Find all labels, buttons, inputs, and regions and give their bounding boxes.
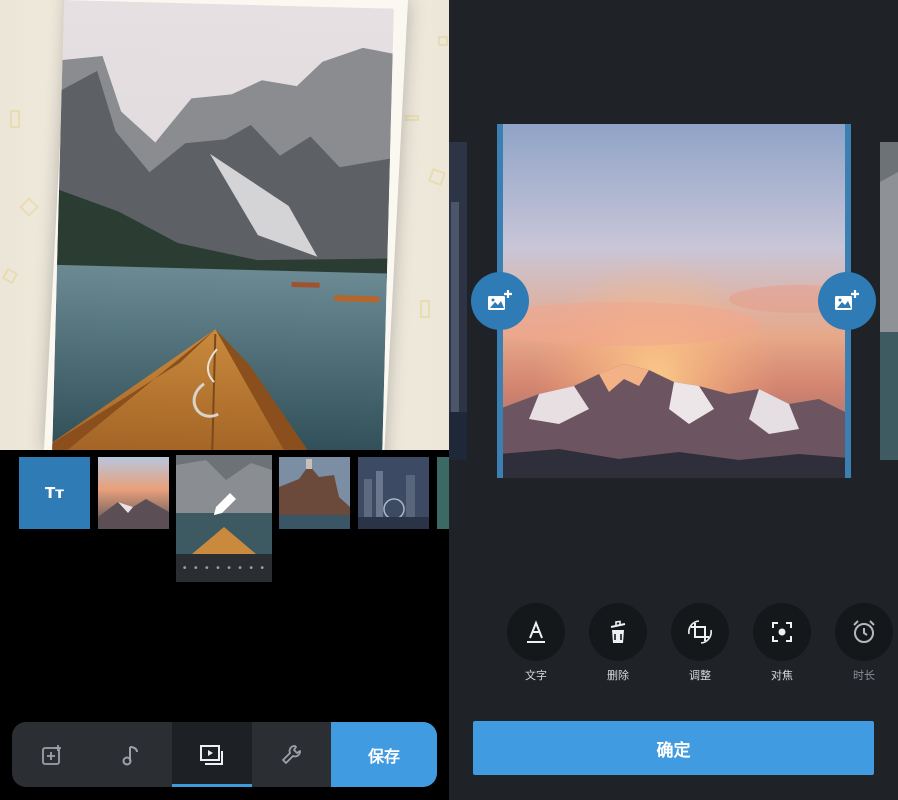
- tool-text[interactable]: 文字: [506, 603, 566, 683]
- wrench-icon: [282, 744, 301, 764]
- tool-duration[interactable]: 时长: [834, 603, 894, 683]
- bottom-toolbar: 保存: [12, 722, 437, 787]
- duration-tool-button[interactable]: [835, 603, 893, 661]
- timeline-clip-partial[interactable]: [437, 457, 449, 529]
- selected-clip-photo[interactable]: [499, 124, 849, 478]
- add-photo-icon: [835, 290, 859, 310]
- prev-clip-peek[interactable]: [449, 142, 467, 460]
- edit-pencil-icon[interactable]: [206, 487, 242, 523]
- add-media-button[interactable]: [12, 722, 92, 787]
- video-clips-icon: [200, 744, 223, 765]
- clock-icon: [853, 620, 875, 643]
- text-tool-button[interactable]: [507, 603, 565, 661]
- decor-shape: [405, 115, 419, 121]
- lake-boat-photo: [52, 0, 394, 450]
- timeline-clip-cliff[interactable]: [279, 457, 350, 529]
- music-button[interactable]: [92, 722, 172, 787]
- tool-focus[interactable]: 对焦: [752, 603, 812, 683]
- tool-label: 调整: [689, 669, 711, 682]
- decor-shape: [420, 300, 430, 318]
- tool-label: 对焦: [771, 669, 793, 682]
- next-clip-peek[interactable]: [880, 142, 898, 460]
- right-screen: 文字 删除 调整 对焦 时长 确定: [449, 0, 898, 800]
- decor-shape: [10, 110, 20, 128]
- timeline-clip-mountain[interactable]: [98, 457, 169, 529]
- tools-button[interactable]: [252, 722, 332, 787]
- timeline-text-tile[interactable]: Tт: [19, 457, 90, 529]
- tool-adjust[interactable]: 调整: [670, 603, 730, 683]
- tool-label: 时长: [853, 669, 875, 682]
- add-media-icon: [42, 744, 61, 765]
- adjust-tool-button[interactable]: [671, 603, 729, 661]
- decor-shape: [438, 36, 448, 46]
- text-size-icon: Tт: [45, 484, 64, 502]
- insert-before-button[interactable]: [471, 272, 529, 330]
- insert-after-button[interactable]: [818, 272, 876, 330]
- decor-shape: [19, 197, 39, 217]
- add-photo-icon: [488, 290, 512, 310]
- timeline-clip-selected[interactable]: • • • • • • • •: [176, 455, 272, 582]
- decor-shape: [1, 267, 19, 285]
- focus-tool-button[interactable]: [753, 603, 811, 661]
- decor-shape: [428, 168, 446, 186]
- tool-label: 文字: [525, 669, 547, 682]
- delete-icon: [610, 620, 626, 643]
- delete-tool-button[interactable]: [589, 603, 647, 661]
- active-tab-indicator: [172, 784, 252, 787]
- timeline-clip-city[interactable]: [358, 457, 429, 529]
- save-button[interactable]: 保存: [331, 722, 437, 787]
- video-preview[interactable]: [0, 0, 449, 450]
- music-note-icon: [122, 745, 138, 765]
- text-icon: [527, 620, 545, 643]
- crop-rotate-icon: [688, 620, 712, 644]
- confirm-button[interactable]: 确定: [473, 721, 874, 775]
- focus-icon: [772, 622, 792, 642]
- media-tab-button[interactable]: [172, 722, 252, 787]
- tool-label: 删除: [607, 669, 629, 682]
- drag-handle[interactable]: • • • • • • • •: [176, 554, 272, 582]
- left-screen: Tт • • • • • • • • 保存: [0, 0, 449, 800]
- tool-delete[interactable]: 删除: [588, 603, 648, 683]
